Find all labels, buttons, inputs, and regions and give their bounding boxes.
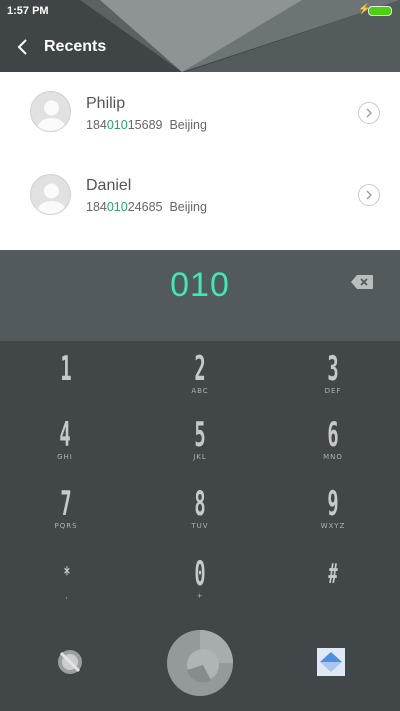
key-5[interactable]: 5 JKL xyxy=(150,416,250,486)
key-9[interactable]: 9 WXYZ xyxy=(283,485,383,555)
contact-item[interactable]: Philip 18401015689 Beijing xyxy=(0,72,400,154)
header: 1:57 PM ⚡ Recents xyxy=(0,0,400,72)
voicemail-icon xyxy=(58,650,82,674)
key-star[interactable]: *, xyxy=(17,555,117,625)
key-4[interactable]: 4 GHI xyxy=(15,416,115,486)
page-title: Recents xyxy=(44,38,107,55)
key-hash[interactable]: # xyxy=(283,555,383,625)
collapse-keypad-button[interactable] xyxy=(317,648,345,681)
key-3[interactable]: 3 DEF xyxy=(283,350,383,420)
number-match: 010 xyxy=(106,200,128,214)
call-button[interactable] xyxy=(167,630,233,701)
dialed-number: 010 xyxy=(170,266,230,304)
contact-name: Philip xyxy=(86,95,126,112)
contact-location: Beijing xyxy=(169,118,207,132)
collapse-keypad-icon xyxy=(317,648,345,676)
person-icon xyxy=(37,100,66,131)
key-8[interactable]: 8 TUV xyxy=(150,485,250,555)
recents-list: Philip 18401015689 Beijing Daniel 184010… xyxy=(0,72,400,250)
contact-info-button[interactable] xyxy=(358,184,380,206)
delete-button[interactable] xyxy=(350,274,374,295)
contact-item[interactable]: Daniel 18401024685 Beijing xyxy=(0,154,400,236)
contact-info-button[interactable] xyxy=(358,102,380,124)
keypad: 1 2 ABC 3 DEF 4 GHI 5 JKL 6 MNO 7 PQRS 8 TUV 9W… xyxy=(0,341,400,711)
number-match: 010 xyxy=(106,118,128,132)
key-7[interactable]: 7 PQRS xyxy=(16,485,116,555)
call-icon xyxy=(167,630,233,696)
key-6[interactable]: 6 MNO xyxy=(283,416,383,486)
status-time: 1:57 PM xyxy=(7,5,49,17)
voicemail-button[interactable] xyxy=(56,648,84,681)
contact-number: 18401024685 Beijing xyxy=(86,200,207,214)
avatar xyxy=(30,174,71,215)
chevron-right-icon xyxy=(366,108,372,118)
key-0[interactable]: 0 + xyxy=(150,555,250,625)
key-1[interactable]: 1 xyxy=(16,350,116,420)
avatar xyxy=(30,91,71,132)
contact-name: Daniel xyxy=(86,177,132,194)
key-2[interactable]: 2 ABC xyxy=(150,350,250,420)
chevron-left-icon xyxy=(17,39,27,55)
battery-icon xyxy=(368,6,392,16)
contact-location: Beijing xyxy=(169,200,207,214)
backspace-icon xyxy=(351,275,373,289)
contact-number: 18401015689 Beijing xyxy=(86,118,207,132)
dial-display: 010 xyxy=(0,250,400,341)
chevron-right-icon xyxy=(366,190,372,200)
back-button[interactable] xyxy=(10,34,36,60)
person-icon xyxy=(37,183,66,214)
